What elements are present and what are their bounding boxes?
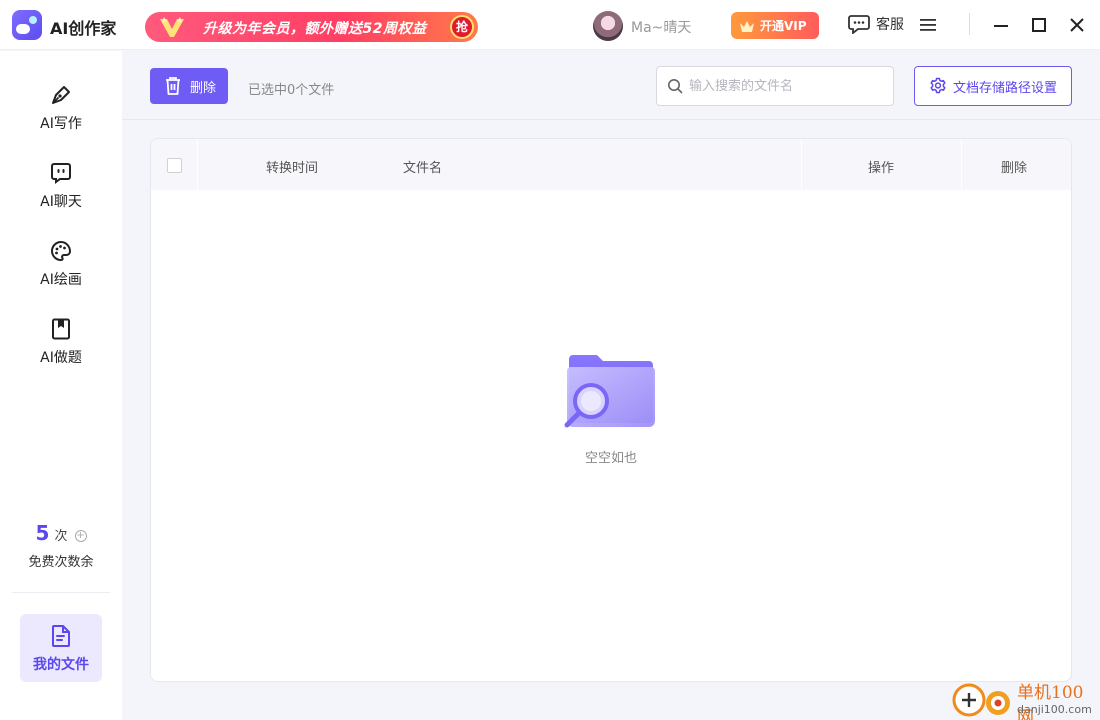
delete-label: 删除 <box>190 79 217 95</box>
trash-icon <box>166 77 180 95</box>
pen-nib-icon <box>52 86 70 104</box>
storage-path-settings-button[interactable]: 文档存储路径设置 <box>914 66 1072 106</box>
table-header: 转换时间 文件名 操作 删除 <box>151 139 1071 190</box>
watermark-url: danji100.com <box>1017 703 1092 716</box>
avatar[interactable] <box>593 11 623 41</box>
sidebar: AI写作 AI聊天 AI绘画 AI做题 5 次 + 免费次数余 我的文件 <box>0 51 122 720</box>
sidebar-item-my-files[interactable]: 我的文件 <box>20 614 102 682</box>
vip-label: 开通VIP <box>760 19 807 33</box>
crown-v-icon <box>160 17 184 37</box>
promo-text: 升级为年会员，额外赠送52周权益 <box>203 21 427 37</box>
free-count-label: 免费次数余 <box>28 555 94 570</box>
my-files-label: 我的文件 <box>33 657 89 673</box>
document-icon <box>52 625 70 647</box>
storage-path-label: 文档存储路径设置 <box>953 80 1058 96</box>
watermark: 单机100网 danji100.com <box>950 676 1100 720</box>
sidebar-item-ai-chat[interactable]: AI聊天 <box>0 161 122 231</box>
app-logo-icon <box>12 10 42 40</box>
chat-bubble-icon <box>51 163 71 184</box>
customer-service-button[interactable]: 客服 <box>848 14 904 34</box>
column-divider <box>961 139 962 190</box>
minimize-icon[interactable] <box>991 15 1011 35</box>
sidebar-item-label: AI写作 <box>40 116 82 132</box>
empty-folder-search-icon <box>564 355 655 428</box>
palette-icon <box>51 240 72 262</box>
app-title: AI创作家 <box>50 19 117 38</box>
delete-button[interactable]: 删除 <box>150 68 228 104</box>
chat-service-icon <box>848 15 870 34</box>
free-usage-counter: 5 次 + 免费次数余 <box>0 521 122 570</box>
title-bar: AI创作家 升级为年会员，额外赠送52周权益 抢 Ma~晴天 开通VIP 客服 <box>0 0 1100 50</box>
column-header-action: 操作 <box>868 161 895 176</box>
sidebar-divider <box>12 592 110 593</box>
sidebar-item-label: AI做题 <box>40 350 82 366</box>
menu-icon[interactable] <box>918 17 938 33</box>
empty-state: 空空如也 <box>151 349 1071 466</box>
column-divider <box>801 139 802 190</box>
search-icon <box>668 79 683 94</box>
sidebar-item-label: AI聊天 <box>40 194 82 210</box>
username[interactable]: Ma~晴天 <box>631 17 691 37</box>
file-table: 转换时间 文件名 操作 删除 空空如也 <box>150 138 1072 682</box>
maximize-icon[interactable] <box>1029 15 1049 35</box>
promo-badge: 抢 <box>450 15 474 39</box>
sidebar-item-ai-writing[interactable]: AI写作 <box>0 83 122 153</box>
selected-count-text: 已选中0个文件 <box>248 83 335 98</box>
watermark-logo-icon <box>952 683 1010 717</box>
sidebar-item-label: AI绘画 <box>40 272 82 288</box>
close-icon[interactable] <box>1067 15 1087 35</box>
free-count-unit: 次 <box>54 529 68 544</box>
select-all-checkbox[interactable] <box>167 158 182 173</box>
column-header-filename[interactable]: 文件名 <box>403 157 442 176</box>
empty-state-text: 空空如也 <box>584 451 637 466</box>
title-bar-divider <box>969 13 970 35</box>
search-input[interactable] <box>689 78 879 94</box>
promo-banner[interactable]: 升级为年会员，额外赠送52周权益 抢 <box>145 12 478 42</box>
add-count-icon[interactable]: + <box>74 529 87 542</box>
crown-icon <box>740 20 754 32</box>
bookmark-book-icon <box>52 318 70 340</box>
search-box[interactable] <box>656 66 894 106</box>
sidebar-item-ai-homework[interactable]: AI做题 <box>0 317 122 387</box>
gear-icon <box>930 77 946 94</box>
sidebar-item-ai-painting[interactable]: AI绘画 <box>0 239 122 309</box>
files-toolbar: 删除 已选中0个文件 文档存储路径设置 <box>122 51 1100 120</box>
open-vip-button[interactable]: 开通VIP <box>731 12 819 39</box>
column-header-delete: 删除 <box>1001 161 1028 176</box>
service-label: 客服 <box>876 17 904 33</box>
free-count-number: 5 <box>35 521 50 545</box>
column-header-time[interactable]: 转换时间 <box>266 157 318 176</box>
column-divider <box>197 139 198 190</box>
